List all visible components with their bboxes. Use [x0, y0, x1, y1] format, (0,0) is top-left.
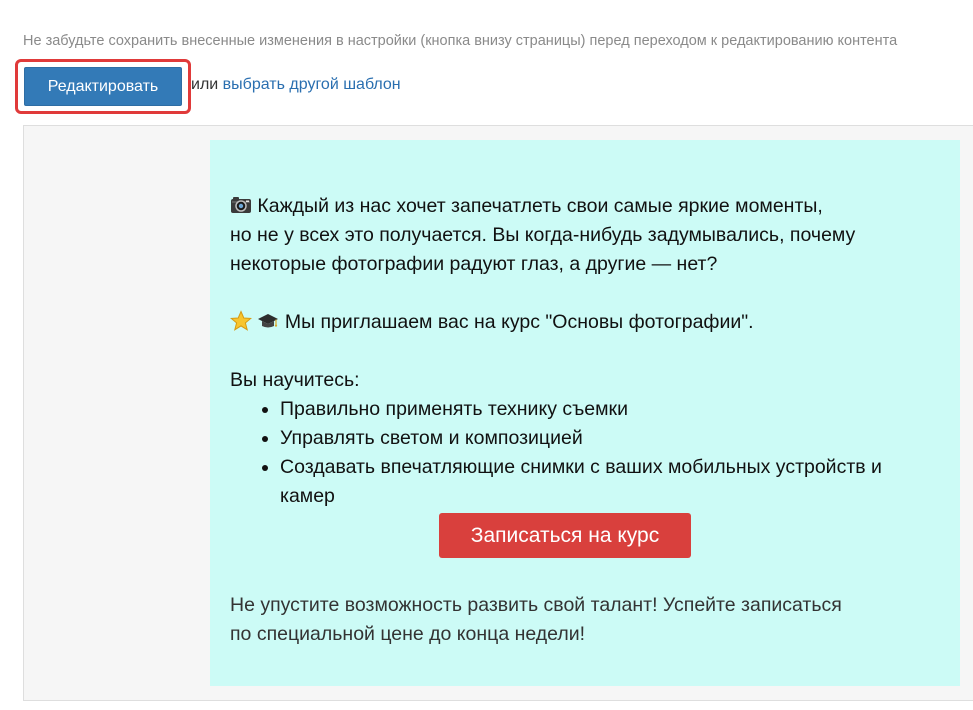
- edit-button-highlight: Редактировать: [15, 59, 191, 114]
- intro-line-2: но не у всех это получается. Вы когда-ни…: [230, 224, 856, 246]
- edit-button[interactable]: Редактировать: [24, 67, 182, 106]
- list-item: Правильно применять технику съемки: [258, 395, 898, 424]
- star-icon: [229, 310, 253, 332]
- graduation-cap-icon: [257, 310, 279, 332]
- invite-paragraph: Мы приглашаем вас на курс "Основы фотогр…: [229, 308, 940, 337]
- intro-line-1: Каждый из нас хочет запечатлеть свои сам…: [257, 195, 823, 217]
- or-text: или: [191, 76, 219, 93]
- content-block[interactable]: Каждый из нас хочет запечатлеть свои сам…: [210, 140, 960, 686]
- intro-line-3: некоторые фотографии радуют глаз, а друг…: [230, 253, 718, 275]
- save-notice: Не забудьте сохранить внесенные изменени…: [23, 33, 898, 49]
- intro-paragraph: Каждый из нас хочет запечатлеть свои сам…: [230, 192, 940, 279]
- invite-text: Мы приглашаем вас на курс "Основы фотогр…: [284, 311, 754, 333]
- page: Не забудьте сохранить внесенные изменени…: [0, 0, 973, 710]
- learn-heading: Вы научитесь:: [230, 369, 360, 391]
- skills-list: Правильно применять технику съемки Управ…: [230, 395, 940, 511]
- list-item: Создавать впечатляющие снимки с ваших мо…: [258, 453, 898, 511]
- closing-paragraph: Не упустите возможность развить свой тал…: [230, 591, 940, 649]
- enroll-button[interactable]: Записаться на курс: [439, 513, 691, 558]
- list-item: Управлять светом и композицией: [258, 424, 898, 453]
- closing-line-1: Не упустите возможность развить свой тал…: [230, 594, 842, 616]
- content-preview: Каждый из нас хочет запечатлеть свои сам…: [23, 125, 973, 701]
- camera-icon: [230, 194, 252, 216]
- template-choice-line: или выбрать другой шаблон: [191, 76, 401, 94]
- closing-line-2: по специальной цене до конца недели!: [230, 623, 586, 645]
- cta-row: Записаться на курс: [230, 513, 940, 558]
- choose-template-link[interactable]: выбрать другой шаблон: [223, 76, 401, 93]
